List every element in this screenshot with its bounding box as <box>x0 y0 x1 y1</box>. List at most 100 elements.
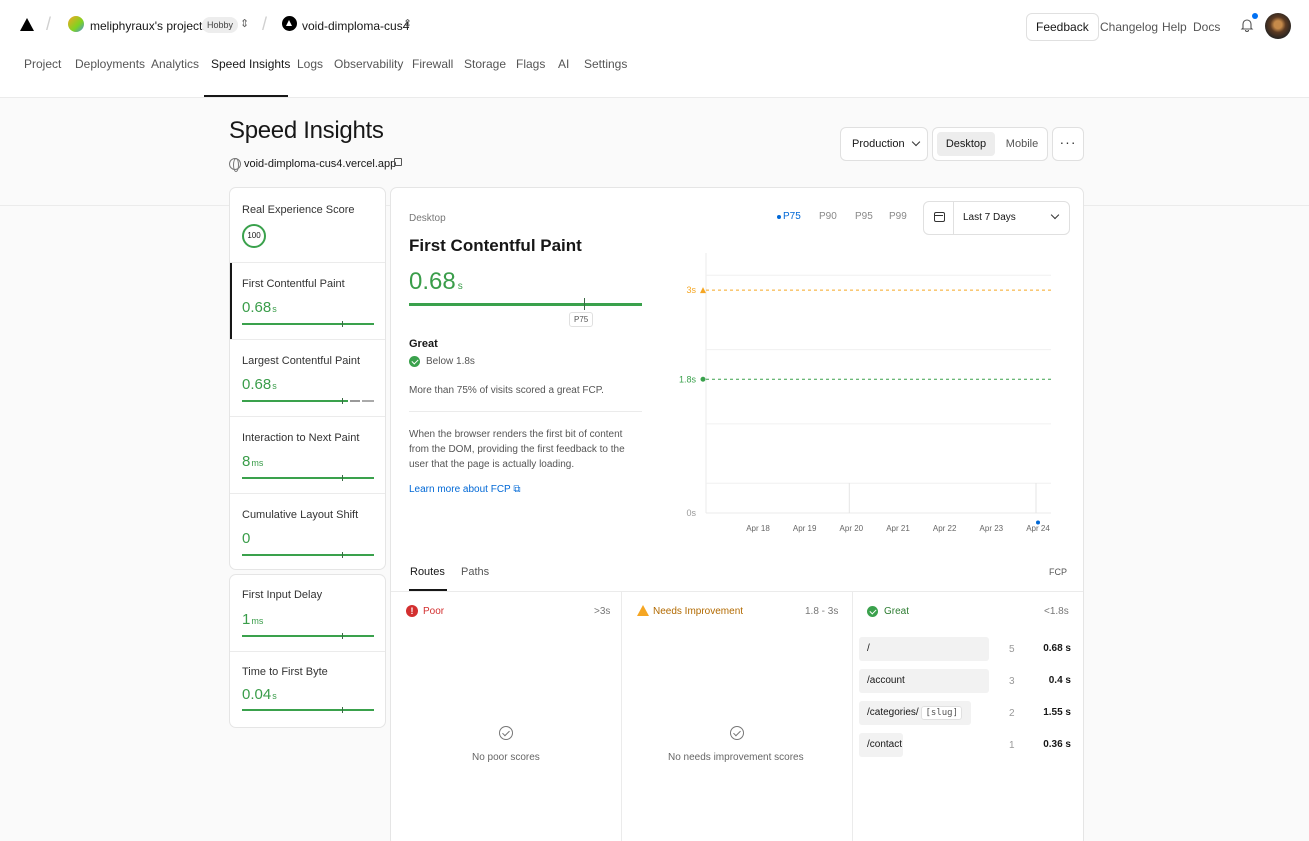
desktop-toggle-button[interactable]: Desktop <box>937 132 995 156</box>
environment-select[interactable]: Production <box>840 127 928 161</box>
metric-label: Cumulative Layout Shift <box>242 509 359 521</box>
metric-label: First Contentful Paint <box>242 278 345 290</box>
metric-bar-segment <box>350 400 360 402</box>
percentile-p95[interactable]: P95 <box>855 211 873 222</box>
route-visit-count: 5 <box>1009 644 1015 655</box>
route-visit-count: 1 <box>1009 740 1015 751</box>
poor-range: >3s <box>594 606 611 617</box>
divider <box>852 592 853 841</box>
changelog-link[interactable]: Changelog <box>1100 20 1158 34</box>
user-avatar[interactable] <box>1265 13 1291 39</box>
tab-routes[interactable]: Routes <box>410 566 445 578</box>
route-visit-count: 3 <box>1009 676 1015 687</box>
more-options-button[interactable]: ··· <box>1052 127 1084 161</box>
mobile-toggle-button[interactable]: Mobile <box>999 132 1045 156</box>
score-ring: 100 <box>242 224 266 248</box>
route-row[interactable]: / <box>859 637 989 661</box>
tab-ai[interactable]: AI <box>558 57 569 71</box>
tab-analytics[interactable]: Analytics <box>151 57 199 71</box>
route-row[interactable]: /account <box>859 669 989 693</box>
metric-column-label: FCP <box>1049 567 1067 577</box>
tab-firewall[interactable]: Firewall <box>412 57 453 71</box>
project-name[interactable]: void-dimploma-cus4 <box>302 19 409 33</box>
metric-lcp[interactable]: Largest Contentful Paint 0.68s <box>230 340 385 416</box>
route-value: 0.68 s <box>1043 643 1071 654</box>
vercel-logo-icon[interactable] <box>20 18 34 31</box>
date-range-select[interactable]: Last 7 Days <box>923 201 1070 235</box>
project-switcher-icon[interactable]: ⇕ <box>403 17 412 30</box>
poor-heading: Poor <box>423 606 445 617</box>
threshold-marker <box>700 376 706 382</box>
x-tick-label: Apr 22 <box>933 524 957 533</box>
help-link[interactable]: Help <box>1162 20 1187 34</box>
site-url-link[interactable]: void-dimploma-cus4.vercel.app <box>244 158 396 170</box>
metric-marker <box>342 707 343 713</box>
metric-fid[interactable]: First Input Delay 1ms <box>230 575 385 651</box>
route-visit-count: 2 <box>1009 708 1015 719</box>
metric-bar-segment <box>362 400 374 402</box>
tab-storage[interactable]: Storage <box>464 57 506 71</box>
route-row[interactable]: /contact <box>859 733 903 757</box>
docs-link[interactable]: Docs <box>1193 20 1220 34</box>
team-name[interactable]: meliphyraux's projects <box>90 19 208 33</box>
real-experience-score[interactable]: Real Experience Score 100 <box>230 188 385 262</box>
tab-settings[interactable]: Settings <box>584 57 627 71</box>
metric-label: Largest Contentful Paint <box>242 355 361 367</box>
great-heading: Great <box>884 606 910 617</box>
tab-paths[interactable]: Paths <box>461 566 489 578</box>
route-param: [slug] <box>921 706 962 720</box>
divider <box>409 411 642 412</box>
threshold-marker <box>700 287 706 294</box>
metric-label: First Input Delay <box>242 589 323 601</box>
learn-more-link[interactable]: Learn more about FCP ⧉ <box>409 484 520 495</box>
metric-fcp[interactable]: First Contentful Paint 0.68s <box>230 263 385 339</box>
device-label: Desktop <box>409 213 446 224</box>
tab-speed-insights[interactable]: Speed Insights <box>211 57 290 71</box>
feedback-button[interactable]: Feedback <box>1026 13 1099 41</box>
check-circle-outline-icon <box>499 726 513 740</box>
tab-logs[interactable]: Logs <box>297 57 323 71</box>
breadcrumb-separator: / <box>262 14 268 34</box>
summary-text: More than 75% of visits scored a great F… <box>409 385 604 396</box>
notifications-bell-icon[interactable] <box>1240 18 1254 32</box>
metric-label: Interaction to Next Paint <box>242 432 360 444</box>
chevron-down-icon <box>911 137 920 147</box>
metric-ttfb[interactable]: Time to First Byte 0.04s <box>230 652 385 728</box>
route-row[interactable]: /categories/ [slug] <box>859 701 971 725</box>
globe-icon <box>229 158 241 172</box>
x-tick-label: Apr 20 <box>840 524 864 533</box>
route-value: 1.55 s <box>1043 707 1071 718</box>
poor-empty-text: No poor scores <box>472 752 540 763</box>
external-link-icon[interactable] <box>394 158 402 166</box>
percentile-p75[interactable]: P75 <box>783 211 801 222</box>
top-navigation: / meliphyraux's projects Hobby ⇕ / void-… <box>0 0 1309 98</box>
route-value: 0.4 s <box>1048 675 1071 686</box>
metrics-sidebar: Real Experience Score 100 First Contentf… <box>229 187 386 570</box>
metric-detail-card: Desktop First Contentful Paint 0.68 s P75… <box>390 187 1084 841</box>
tab-deployments[interactable]: Deployments <box>75 57 145 71</box>
tab-project[interactable]: Project <box>24 57 61 71</box>
metric-marker <box>342 398 343 404</box>
percentile-p99[interactable]: P99 <box>889 211 907 222</box>
metric-bar <box>409 303 642 306</box>
metric-cls[interactable]: Cumulative Layout Shift 0 <box>230 494 385 570</box>
metric-marker <box>342 552 343 558</box>
metric-marker <box>342 475 343 481</box>
check-circle-icon <box>867 606 878 617</box>
plan-badge: Hobby <box>202 17 239 33</box>
page-title: Speed Insights <box>229 117 384 144</box>
project-icon <box>282 16 297 31</box>
tab-flags[interactable]: Flags <box>516 57 545 71</box>
x-tick-label: Apr 24 <box>1026 524 1050 533</box>
active-tab-indicator <box>204 95 288 97</box>
metric-bar <box>242 477 374 479</box>
percentile-p90[interactable]: P90 <box>819 211 837 222</box>
threshold-label: 1.8s <box>679 374 697 384</box>
y-tick-label: 0s <box>686 508 696 518</box>
date-range-value: Last 7 Days <box>963 212 1016 223</box>
metric-title: First Contentful Paint <box>409 236 582 255</box>
tab-observability[interactable]: Observability <box>334 57 403 71</box>
metric-bar <box>242 554 374 556</box>
metric-inp[interactable]: Interaction to Next Paint 8ms <box>230 417 385 493</box>
team-switcher-icon[interactable]: ⇕ <box>240 17 249 30</box>
